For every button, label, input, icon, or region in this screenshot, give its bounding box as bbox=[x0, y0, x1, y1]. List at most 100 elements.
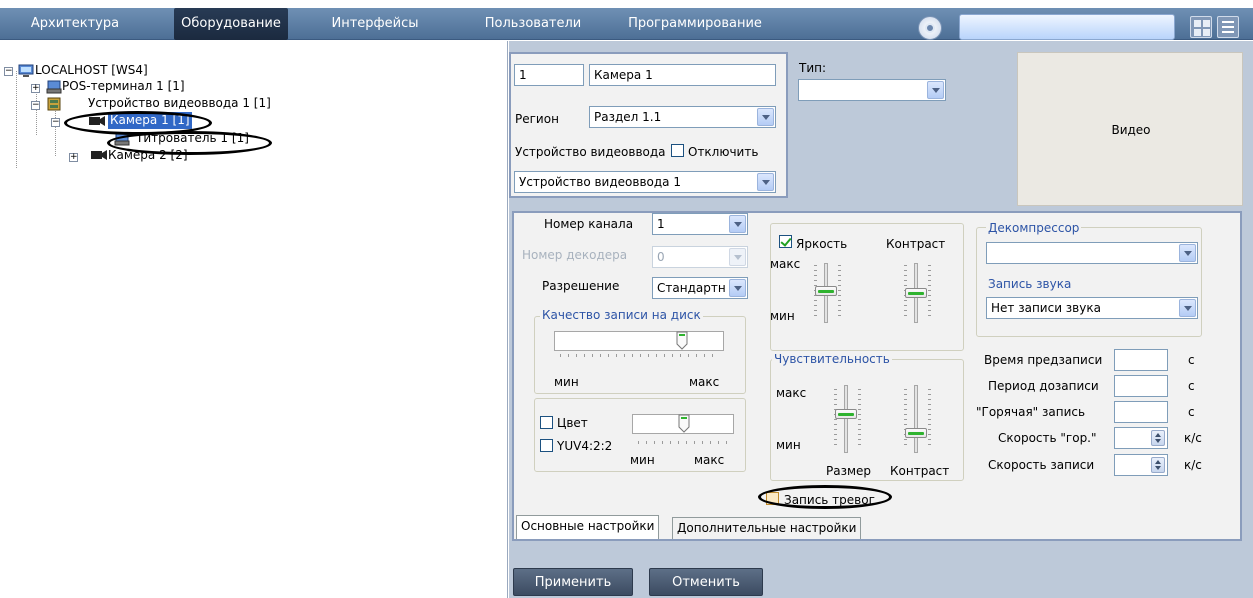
rec-speed-label: Скорость записи bbox=[988, 458, 1095, 472]
brightness-slider-thumb[interactable] bbox=[815, 286, 837, 296]
audio-select[interactable]: Нет записи звука bbox=[986, 297, 1198, 319]
region-value: Раздел 1.1 bbox=[594, 110, 662, 124]
camera-icon bbox=[90, 149, 107, 162]
tree-collapse-icon[interactable]: − bbox=[51, 118, 60, 127]
resolution-value: Стандартн bbox=[657, 281, 726, 295]
tree-line bbox=[55, 104, 56, 156]
spinner-icon[interactable] bbox=[1151, 430, 1165, 446]
tree-collapse-icon[interactable]: − bbox=[4, 67, 13, 76]
chevron-down-icon bbox=[729, 248, 746, 266]
decompressor-label: Декомпрессор bbox=[986, 221, 1082, 235]
camera-id-field[interactable]: 1 bbox=[514, 64, 584, 86]
main-menu-bar: Архитектура Оборудование Интерфейсы Поль… bbox=[0, 8, 1253, 40]
quality-slider[interactable] bbox=[554, 331, 724, 351]
cancel-button[interactable]: Отменить bbox=[649, 568, 763, 596]
tree-expand-icon[interactable]: + bbox=[69, 153, 78, 162]
color-slider-thumb[interactable] bbox=[678, 414, 690, 433]
tree-item-video-device[interactable]: Устройство видеоввода 1 [1] bbox=[88, 95, 271, 112]
disable-label: Отключить bbox=[688, 145, 759, 159]
grid-view-icon[interactable] bbox=[1190, 16, 1212, 38]
tree-item-titler[interactable]: Титрователь 1 [1] bbox=[136, 130, 249, 147]
computer-icon bbox=[18, 64, 34, 77]
tree-item-camera-1[interactable]: Камера 1 [1] bbox=[108, 112, 192, 129]
menu-hardware[interactable]: Оборудование bbox=[174, 8, 288, 40]
bc-max-label: макс bbox=[770, 257, 801, 271]
properties-pane: 1 Камера 1 Регион Раздел 1.1 Устройство … bbox=[509, 41, 1253, 598]
menu-architecture[interactable]: Архитектура bbox=[10, 8, 140, 40]
hot-speed-field[interactable] bbox=[1114, 427, 1168, 449]
contrast-slider-thumb[interactable] bbox=[905, 288, 927, 298]
camera-name-field[interactable]: Камера 1 bbox=[589, 64, 776, 86]
settings-gear-icon[interactable] bbox=[918, 16, 942, 40]
tree-item-pos-terminal[interactable]: POS-терминал 1 [1] bbox=[62, 78, 185, 95]
decoder-value: 0 bbox=[657, 250, 665, 264]
chevron-down-icon[interactable] bbox=[1179, 299, 1196, 317]
disable-checkbox[interactable] bbox=[671, 144, 684, 157]
resolution-select[interactable]: Стандартн bbox=[652, 277, 748, 299]
chevron-down-icon[interactable] bbox=[927, 81, 944, 99]
device-value: Устройство видеоввода 1 bbox=[519, 175, 681, 189]
hot-record-field[interactable] bbox=[1114, 401, 1168, 423]
rec-speed-field[interactable] bbox=[1114, 454, 1168, 476]
chevron-down-icon[interactable] bbox=[729, 279, 746, 297]
tree-line bbox=[36, 87, 37, 135]
apply-button[interactable]: Применить bbox=[513, 568, 633, 596]
brightness-checkbox[interactable] bbox=[779, 235, 792, 248]
color-min-label: мин bbox=[630, 453, 655, 467]
size-slider-thumb[interactable] bbox=[835, 409, 857, 419]
sens-contrast-slider[interactable] bbox=[914, 385, 918, 453]
channel-select[interactable]: 1 bbox=[652, 213, 748, 235]
chevron-down-icon[interactable] bbox=[757, 108, 774, 126]
region-select[interactable]: Раздел 1.1 bbox=[589, 106, 776, 128]
prerecord-field[interactable] bbox=[1114, 349, 1168, 371]
sens-max-label: макс bbox=[776, 386, 807, 400]
list-view-icon[interactable] bbox=[1217, 16, 1239, 38]
type-label: Тип: bbox=[799, 61, 827, 75]
decoder-label: Номер декодера bbox=[522, 248, 628, 262]
brightness-ticks bbox=[838, 265, 841, 319]
device-label: Устройство видеоввода bbox=[515, 145, 666, 159]
brightness-label: Яркость bbox=[796, 237, 848, 251]
tab-extra-settings[interactable]: Дополнительные настройки bbox=[672, 517, 862, 539]
device-select[interactable]: Устройство видеоввода 1 bbox=[514, 171, 776, 193]
sens-contrast-slider-thumb[interactable] bbox=[905, 428, 927, 438]
color-checkbox[interactable] bbox=[540, 416, 553, 429]
resolution-label: Разрешение bbox=[542, 279, 620, 293]
settings-panel: Номер канала 1 Номер декодера 0 Разрешен… bbox=[512, 211, 1242, 541]
menu-users[interactable]: Пользователи bbox=[478, 8, 588, 40]
search-input[interactable] bbox=[959, 14, 1175, 40]
spinner-icon[interactable] bbox=[1151, 457, 1165, 473]
decompressor-select[interactable] bbox=[986, 242, 1198, 264]
region-label: Регион bbox=[515, 112, 559, 126]
channel-value: 1 bbox=[657, 217, 665, 231]
chevron-down-icon[interactable] bbox=[729, 215, 746, 233]
decoder-select: 0 bbox=[652, 246, 748, 268]
tree-item-camera-2[interactable]: Камера 2 [2] bbox=[108, 147, 188, 164]
size-label: Размер bbox=[826, 464, 872, 478]
quality-slider-thumb[interactable] bbox=[676, 331, 688, 350]
chevron-down-icon[interactable] bbox=[1179, 244, 1196, 262]
postrecord-field[interactable] bbox=[1114, 375, 1168, 397]
tree-collapse-icon[interactable]: − bbox=[31, 101, 40, 110]
camera-header-panel: 1 Камера 1 Регион Раздел 1.1 Устройство … bbox=[509, 52, 788, 198]
bc-min-label: мин bbox=[770, 309, 795, 323]
rec-speed-unit: к/с bbox=[1184, 458, 1202, 472]
menu-programming[interactable]: Программирование bbox=[620, 8, 770, 40]
size-slider[interactable] bbox=[844, 385, 848, 453]
tab-main-settings[interactable]: Основные настройки bbox=[516, 515, 660, 539]
tree-item-localhost[interactable]: LOCALHOST [WS4] bbox=[35, 62, 148, 79]
alarm-record-label: Запись тревог bbox=[784, 493, 875, 507]
sens-contrast-ticks bbox=[904, 389, 907, 449]
hardware-tree: − LOCALHOST [WS4] + POS-терминал 1 [1] −… bbox=[0, 41, 508, 598]
audio-value: Нет записи звука bbox=[991, 301, 1101, 315]
tree-expand-icon[interactable]: + bbox=[31, 84, 40, 93]
yuv-checkbox[interactable] bbox=[540, 439, 553, 452]
title-strip bbox=[0, 0, 1253, 8]
alarm-record-checkbox[interactable] bbox=[766, 492, 779, 505]
type-select[interactable] bbox=[798, 79, 946, 101]
color-max-label: макс bbox=[694, 453, 725, 467]
color-ticks bbox=[638, 441, 732, 444]
hot-speed-unit: к/с bbox=[1184, 431, 1202, 445]
menu-interfaces[interactable]: Интерфейсы bbox=[320, 8, 430, 40]
chevron-down-icon[interactable] bbox=[757, 173, 774, 191]
